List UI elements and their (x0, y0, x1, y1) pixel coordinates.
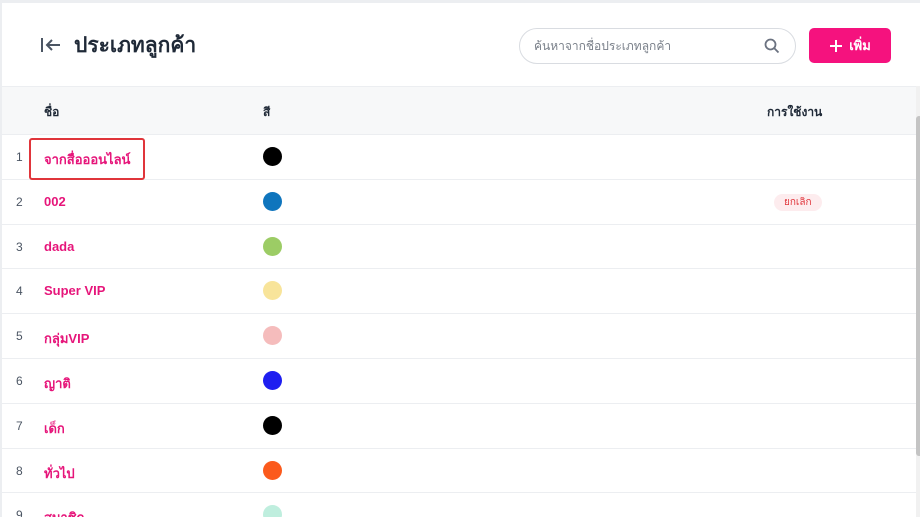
row-index: 1 (16, 150, 23, 164)
color-swatch (263, 236, 282, 256)
add-button-label: เพิ่ม (849, 38, 871, 53)
table-row[interactable]: 7 เด็ก (2, 403, 916, 449)
row-name-link[interactable]: ทั่วไป (44, 463, 75, 484)
table-body: 1 จากสื่อออนไลน์ 2 002 ยกเลิก 3 dada 4 Super VIP… (2, 135, 916, 517)
table-row[interactable]: 3 dada (2, 224, 916, 270)
row-name-link[interactable]: สมาชิก (44, 507, 85, 517)
color-swatch (263, 326, 282, 346)
row-name-link[interactable]: จากสื่อออนไลน์ (28, 138, 146, 180)
row-index: 3 (16, 239, 23, 254)
table-row[interactable]: 8 ทั่วไป (2, 448, 916, 494)
row-index: 9 (16, 508, 23, 517)
search-box (519, 28, 796, 64)
row-name-link[interactable]: Super VIP (44, 283, 105, 298)
scrollbar-thumb[interactable] (916, 116, 920, 456)
row-name-link[interactable]: เด็ก (44, 418, 65, 439)
table-row[interactable]: 2 002 ยกเลิก (2, 179, 916, 225)
color-swatch (263, 505, 282, 517)
plus-icon (830, 39, 843, 52)
vertical-scrollbar[interactable] (916, 86, 920, 517)
row-index: 2 (16, 194, 23, 209)
search-input[interactable] (534, 29, 764, 63)
row-index: 5 (16, 329, 23, 344)
search-icon[interactable] (764, 38, 780, 54)
column-header-color: สี (263, 105, 271, 119)
table-row[interactable]: 5 กลุ่มVIP (2, 314, 916, 359)
customer-type-table: ชื่อ สี การใช้งาน 1 จากสื่อออนไลน์ 2 002 ยกเ… (2, 86, 916, 517)
row-index: 7 (16, 418, 23, 433)
page-title: ประเภทลูกค้า (74, 34, 197, 57)
table-row[interactable]: 6 ญาติ (2, 358, 916, 404)
row-name-link[interactable]: 002 (44, 194, 66, 209)
color-swatch (263, 460, 282, 480)
row-name-link[interactable]: ญาติ (44, 373, 71, 394)
color-swatch (263, 370, 282, 390)
row-index: 4 (16, 284, 23, 299)
status-badge: ยกเลิก (774, 193, 822, 211)
column-header-usage: การใช้งาน (767, 105, 823, 119)
row-name-link[interactable]: กลุ่มVIP (44, 328, 89, 349)
page-header: ประเภทลูกค้า เพิ่ม (2, 3, 920, 86)
color-swatch (263, 147, 282, 166)
row-index: 6 (16, 373, 23, 388)
add-button[interactable]: เพิ่ม (809, 28, 891, 63)
column-header-name: ชื่อ (44, 105, 60, 119)
table-row[interactable]: 4 Super VIP (2, 269, 916, 315)
row-index: 8 (16, 463, 23, 478)
table-header: ชื่อ สี การใช้งาน (2, 86, 916, 135)
table-row[interactable]: 1 จากสื่อออนไลน์ (2, 135, 916, 180)
table-row[interactable]: 9 สมาชิก (2, 493, 916, 517)
customer-type-page: ประเภทลูกค้า เพิ่ม ชื่อ สี การใช้งาน 1 จา… (0, 0, 920, 517)
row-name-link[interactable]: dada (44, 239, 74, 254)
color-swatch (263, 281, 282, 301)
color-swatch (263, 191, 282, 211)
collapse-left-icon[interactable] (40, 36, 62, 54)
color-swatch (263, 415, 282, 435)
